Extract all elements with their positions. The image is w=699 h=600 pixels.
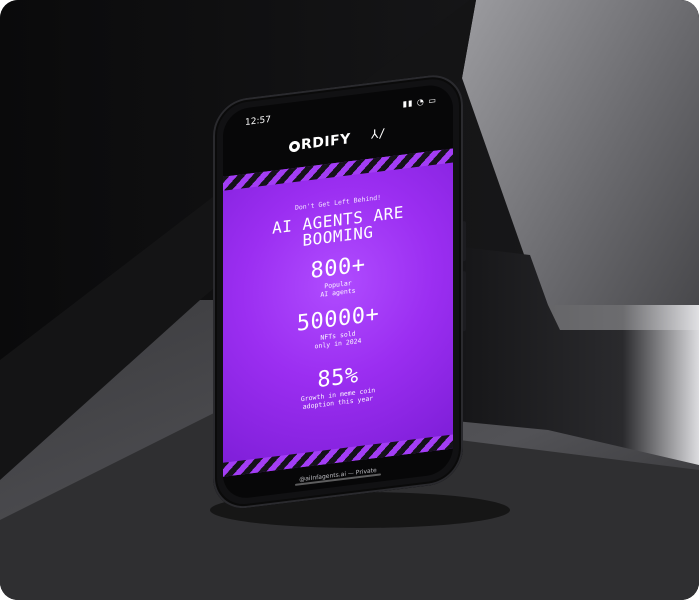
photo-frame: 12:57 ▮▮ ◔ ▭ RDIFY ⅄/ Don't Get Left Beh… [0, 0, 699, 600]
promo-banner: Don't Get Left Behind! AI AGENTS ARE BOO… [223, 148, 453, 477]
phone-screen: 12:57 ▮▮ ◔ ▭ RDIFY ⅄/ Don't Get Left Beh… [223, 82, 453, 501]
logo-ring-icon [289, 140, 300, 153]
phone-mockup: 12:57 ▮▮ ◔ ▭ RDIFY ⅄/ Don't Get Left Beh… [213, 71, 475, 520]
partner-logo-icon: ⅄/ [371, 125, 386, 142]
hazard-stripe-bottom [223, 434, 453, 477]
brand-name: RDIFY [301, 131, 351, 154]
status-icons: ▮▮ ◔ ▭ [402, 95, 437, 109]
status-time: 12:57 [245, 114, 271, 129]
brand-logo[interactable]: RDIFY [289, 131, 351, 155]
phone-body: 12:57 ▮▮ ◔ ▭ RDIFY ⅄/ Don't Get Left Beh… [213, 71, 463, 512]
stat-meme-growth: 85% Growth in meme coin adoption this ye… [223, 353, 453, 421]
